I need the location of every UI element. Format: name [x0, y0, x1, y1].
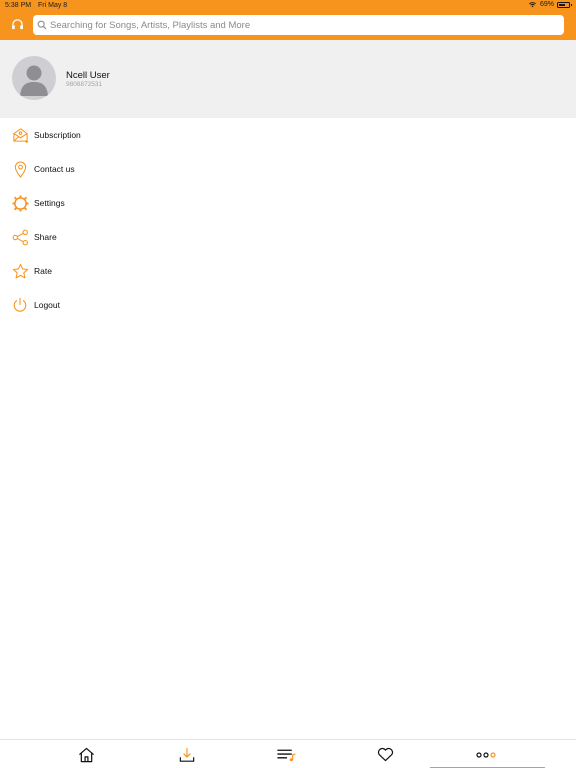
menu-item-label: Subscription: [34, 130, 81, 140]
heart-icon: [377, 747, 394, 762]
menu-item-label: Contact us: [34, 164, 75, 174]
header-bar: 5:38 PM Fri May 8 69%: [0, 0, 576, 40]
star-icon: [11, 262, 29, 280]
menu-item-label: Rate: [34, 266, 52, 276]
profile-phone: 9808872531: [66, 81, 103, 88]
location-pin-icon: [11, 160, 29, 178]
profile-section: Ncell User 9808872531: [0, 40, 576, 118]
menu-item-settings[interactable]: Settings: [0, 186, 576, 220]
nav-playlists[interactable]: [229, 740, 344, 768]
menu-item-share[interactable]: Share: [0, 220, 576, 254]
app-screen: 5:38 PM Fri May 8 69% Searching for Song…: [0, 0, 576, 768]
avatar[interactable]: [12, 56, 56, 100]
wifi-icon: [528, 2, 536, 8]
power-icon: [11, 296, 29, 314]
search-icon: [37, 20, 47, 30]
nav-favorites[interactable]: [328, 740, 443, 768]
status-time: 5:38 PM: [5, 2, 32, 9]
search-bar[interactable]: [33, 15, 564, 35]
menu-list: Subscription Contact us Settings Share R…: [0, 118, 576, 322]
nav-downloads[interactable]: [129, 740, 244, 768]
status-date: Fri May 8: [38, 2, 68, 9]
menu-item-subscription[interactable]: Subscription: [0, 118, 576, 152]
status-right: 69%: [528, 1, 572, 8]
playlist-icon: [277, 749, 296, 761]
menu-item-label: Settings: [34, 198, 65, 208]
app-logo-icon[interactable]: [8, 15, 26, 33]
menu-item-label: Share: [34, 232, 57, 242]
battery-icon: [557, 1, 572, 8]
menu-item-contact-us[interactable]: Contact us: [0, 152, 576, 186]
menu-item-rate[interactable]: Rate: [0, 254, 576, 288]
menu-item-label: Logout: [34, 300, 60, 310]
subscription-icon: [11, 126, 29, 144]
download-icon: [179, 747, 194, 762]
battery-percent: 69%: [539, 1, 554, 8]
search-input[interactable]: [47, 19, 527, 31]
home-icon: [79, 747, 94, 762]
nav-more[interactable]: [428, 740, 543, 768]
status-bar: 5:38 PM Fri May 8 69%: [0, 0, 576, 11]
more-icon: [475, 751, 496, 758]
bottom-nav: [0, 739, 576, 768]
menu-item-logout[interactable]: Logout: [0, 288, 576, 322]
gear-icon: [11, 194, 29, 212]
share-icon: [11, 228, 29, 246]
nav-home[interactable]: [29, 740, 144, 768]
profile-name: Ncell User: [66, 70, 110, 81]
